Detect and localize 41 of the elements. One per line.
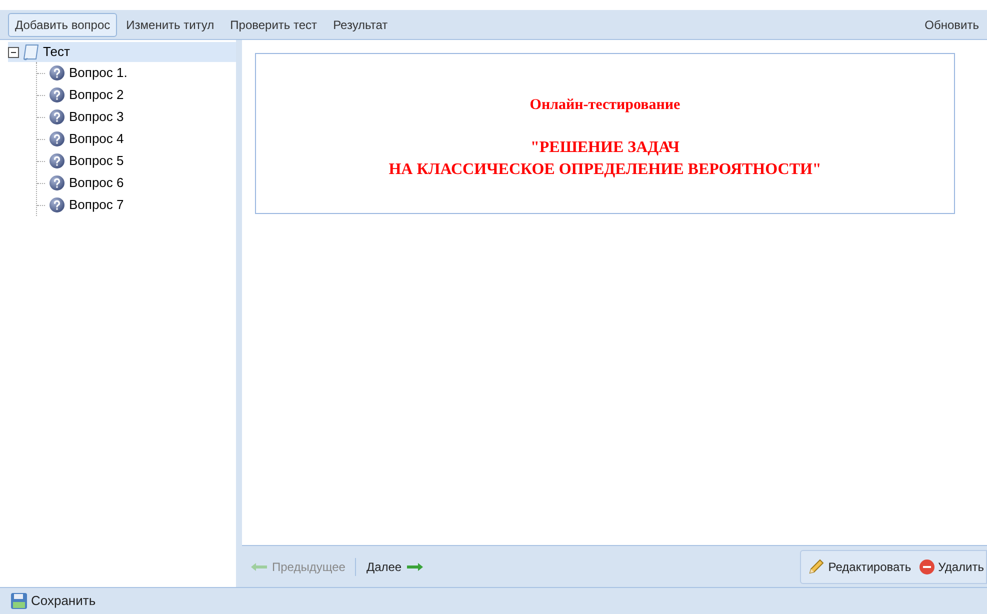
tree-label: Вопрос 4 <box>69 130 124 148</box>
tree-label: Вопрос 6 <box>69 174 124 192</box>
help-icon <box>49 109 65 125</box>
refresh-button[interactable]: Обновить <box>918 12 979 36</box>
tree-item[interactable]: Вопрос 7 <box>37 194 236 216</box>
delete-button[interactable]: Удалить <box>919 558 986 576</box>
help-icon <box>49 197 65 213</box>
edit-button[interactable]: Редактировать <box>807 558 912 576</box>
document-icon <box>22 43 40 61</box>
help-icon <box>49 153 65 169</box>
tree-item[interactable]: Вопрос 4 <box>37 128 236 150</box>
tree-node[interactable]: Тест <box>8 42 236 62</box>
test-title: НА КЛАССИЧЕСКОЕ ОПРЕДЕЛЕНИЕ ВЕРОЯТНОСТИ" <box>388 160 822 180</box>
tree-label: Вопрос 2 <box>69 86 124 104</box>
help-icon <box>49 175 65 191</box>
tree-item[interactable]: Вопрос 5 <box>37 150 236 172</box>
next-button[interactable]: Далее <box>366 558 424 576</box>
toolbar-button[interactable]: Изменить титул <box>119 12 222 36</box>
right-arrow-icon <box>406 562 424 572</box>
tree-label: Тест <box>43 43 70 62</box>
test-title: "РЕШЕНИЕ ЗАДАЧ <box>530 138 680 158</box>
subtitle: Онлайн-тестирование <box>530 96 680 116</box>
tree-item[interactable]: Вопрос 3 <box>37 106 236 128</box>
remove-icon <box>919 558 936 574</box>
pencil-icon <box>807 558 826 576</box>
tree-item[interactable]: Вопрос 2 <box>37 84 236 106</box>
toolbar-button[interactable]: Проверить тест <box>223 12 324 36</box>
left-arrow-icon <box>250 562 268 572</box>
toolbar-button[interactable]: Добавить вопрос <box>8 12 118 36</box>
tree-item[interactable]: Вопрос 6 <box>37 172 236 194</box>
toolbar-button[interactable]: Результат <box>326 12 395 36</box>
save-button[interactable]: Сохранить <box>10 591 96 611</box>
help-icon <box>49 131 65 147</box>
help-icon <box>49 65 65 81</box>
tree-label: Вопрос 5 <box>69 152 124 170</box>
tree-label: Вопрос 1. <box>69 64 128 82</box>
help-icon <box>49 87 65 103</box>
tree-label: Вопрос 7 <box>69 196 124 214</box>
tree-label: Вопрос 3 <box>69 108 124 126</box>
collapse-icon[interactable] <box>8 46 19 58</box>
tree-item[interactable]: Вопрос 1. <box>37 62 236 84</box>
